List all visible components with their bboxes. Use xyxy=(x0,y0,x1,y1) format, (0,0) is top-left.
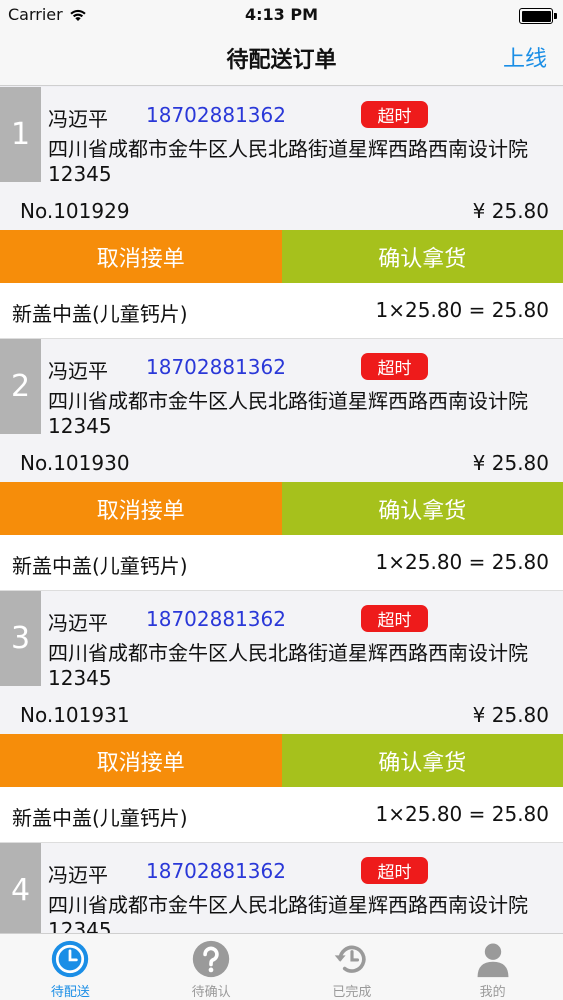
order-index: 4 xyxy=(0,843,41,933)
tab-label: 已完成 xyxy=(332,985,372,1000)
item-name: 新盖中盖(儿童钙片) xyxy=(12,806,188,830)
order-price: ¥ 25.80 xyxy=(472,199,549,223)
order-number: No.101931 xyxy=(20,703,130,727)
order-card: 1 冯迈平 18702881362 超时 四川省成都市金牛区人民北路街道星辉西路… xyxy=(0,87,563,339)
item-subtotal: 1×25.80 = 25.80 xyxy=(375,802,549,826)
overdue-badge: 超时 xyxy=(361,353,428,380)
order-header[interactable]: 2 冯迈平 18702881362 超时 四川省成都市金牛区人民北路街道星辉西路… xyxy=(0,339,563,482)
order-card: 3 冯迈平 18702881362 超时 四川省成都市金牛区人民北路街道星辉西路… xyxy=(0,591,563,843)
delivery-address: 四川省成都市金牛区人民北路街道星辉西路西南设计院12345 xyxy=(48,137,528,186)
customer-name: 冯迈平 xyxy=(48,107,108,131)
order-card: 2 冯迈平 18702881362 超时 四川省成都市金牛区人民北路街道星辉西路… xyxy=(0,339,563,591)
tab-mine[interactable]: 我的 xyxy=(422,934,563,1000)
overdue-badge: 超时 xyxy=(361,101,428,128)
order-header[interactable]: 1 冯迈平 18702881362 超时 四川省成都市金牛区人民北路街道星辉西路… xyxy=(0,87,563,230)
tab-label: 我的 xyxy=(479,985,506,1000)
tab-completed[interactable]: 已完成 xyxy=(282,934,423,1000)
history-icon xyxy=(334,945,366,973)
delivery-address: 四川省成都市金牛区人民北路街道星辉西路西南设计院12345 xyxy=(48,893,528,933)
order-index: 2 xyxy=(0,339,41,434)
order-header[interactable]: 4 冯迈平 18702881362 超时 四川省成都市金牛区人民北路街道星辉西路… xyxy=(0,843,563,933)
cancel-order-button[interactable]: 取消接单 xyxy=(0,230,282,283)
user-icon xyxy=(477,943,509,978)
customer-phone[interactable]: 18702881362 xyxy=(146,859,286,883)
page-title: 待配送订单 xyxy=(226,48,337,73)
status-bar: Carrier 4:13 PM xyxy=(0,0,563,30)
delivery-address: 四川省成都市金牛区人民北路街道星辉西路西南设计院12345 xyxy=(48,389,528,438)
tab-pending-delivery[interactable]: 待配送 xyxy=(0,934,141,1000)
customer-name: 冯迈平 xyxy=(48,611,108,635)
item-subtotal: 1×25.80 = 25.80 xyxy=(375,550,549,574)
item-name: 新盖中盖(儿童钙片) xyxy=(12,302,188,326)
order-index: 3 xyxy=(0,591,41,686)
order-price: ¥ 25.80 xyxy=(472,703,549,727)
order-list[interactable]: 1 冯迈平 18702881362 超时 四川省成都市金牛区人民北路街道星辉西路… xyxy=(0,87,563,933)
order-price: ¥ 25.80 xyxy=(472,451,549,475)
clock: 4:13 PM xyxy=(244,5,318,24)
tab-pending-confirm[interactable]: 待确认 xyxy=(141,934,282,1000)
customer-name: 冯迈平 xyxy=(48,359,108,383)
battery-icon xyxy=(519,8,557,24)
customer-name: 冯迈平 xyxy=(48,863,108,887)
tab-label: 待配送 xyxy=(50,985,90,1000)
customer-phone[interactable]: 18702881362 xyxy=(146,355,286,379)
delivery-address: 四川省成都市金牛区人民北路街道星辉西路西南设计院12345 xyxy=(48,641,528,690)
order-number: No.101930 xyxy=(20,451,130,475)
confirm-pickup-button[interactable]: 确认拿货 xyxy=(281,734,563,787)
question-icon xyxy=(192,940,230,978)
order-item-row: 新盖中盖(儿童钙片) 1×25.80 = 25.80 xyxy=(0,535,563,591)
nav-bar: 待配送订单 上线 xyxy=(0,30,563,86)
order-actions: 取消接单 确认拿货 xyxy=(0,734,563,787)
cancel-order-button[interactable]: 取消接单 xyxy=(0,482,282,535)
tab-label: 待确认 xyxy=(191,985,231,1000)
order-actions: 取消接单 确认拿货 xyxy=(0,482,563,535)
go-online-button[interactable]: 上线 xyxy=(503,41,547,73)
customer-phone[interactable]: 18702881362 xyxy=(146,607,286,631)
order-number: No.101929 xyxy=(20,199,130,223)
customer-phone[interactable]: 18702881362 xyxy=(146,103,286,127)
item-subtotal: 1×25.80 = 25.80 xyxy=(375,298,549,322)
order-item-row: 新盖中盖(儿童钙片) 1×25.80 = 25.80 xyxy=(0,787,563,843)
order-index: 1 xyxy=(0,87,41,182)
overdue-badge: 超时 xyxy=(361,857,428,884)
confirm-pickup-button[interactable]: 确认拿货 xyxy=(281,230,563,283)
overdue-badge: 超时 xyxy=(361,605,428,632)
tab-bar: 待配送 待确认 已完成 我的 xyxy=(0,933,563,1000)
order-card: 4 冯迈平 18702881362 超时 四川省成都市金牛区人民北路街道星辉西路… xyxy=(0,843,563,933)
order-item-row: 新盖中盖(儿童钙片) 1×25.80 = 25.80 xyxy=(0,283,563,339)
item-name: 新盖中盖(儿童钙片) xyxy=(12,554,188,578)
order-header[interactable]: 3 冯迈平 18702881362 超时 四川省成都市金牛区人民北路街道星辉西路… xyxy=(0,591,563,734)
confirm-pickup-button[interactable]: 确认拿货 xyxy=(281,482,563,535)
clock-icon xyxy=(52,940,89,978)
cancel-order-button[interactable]: 取消接单 xyxy=(0,734,282,787)
order-actions: 取消接单 确认拿货 xyxy=(0,230,563,283)
